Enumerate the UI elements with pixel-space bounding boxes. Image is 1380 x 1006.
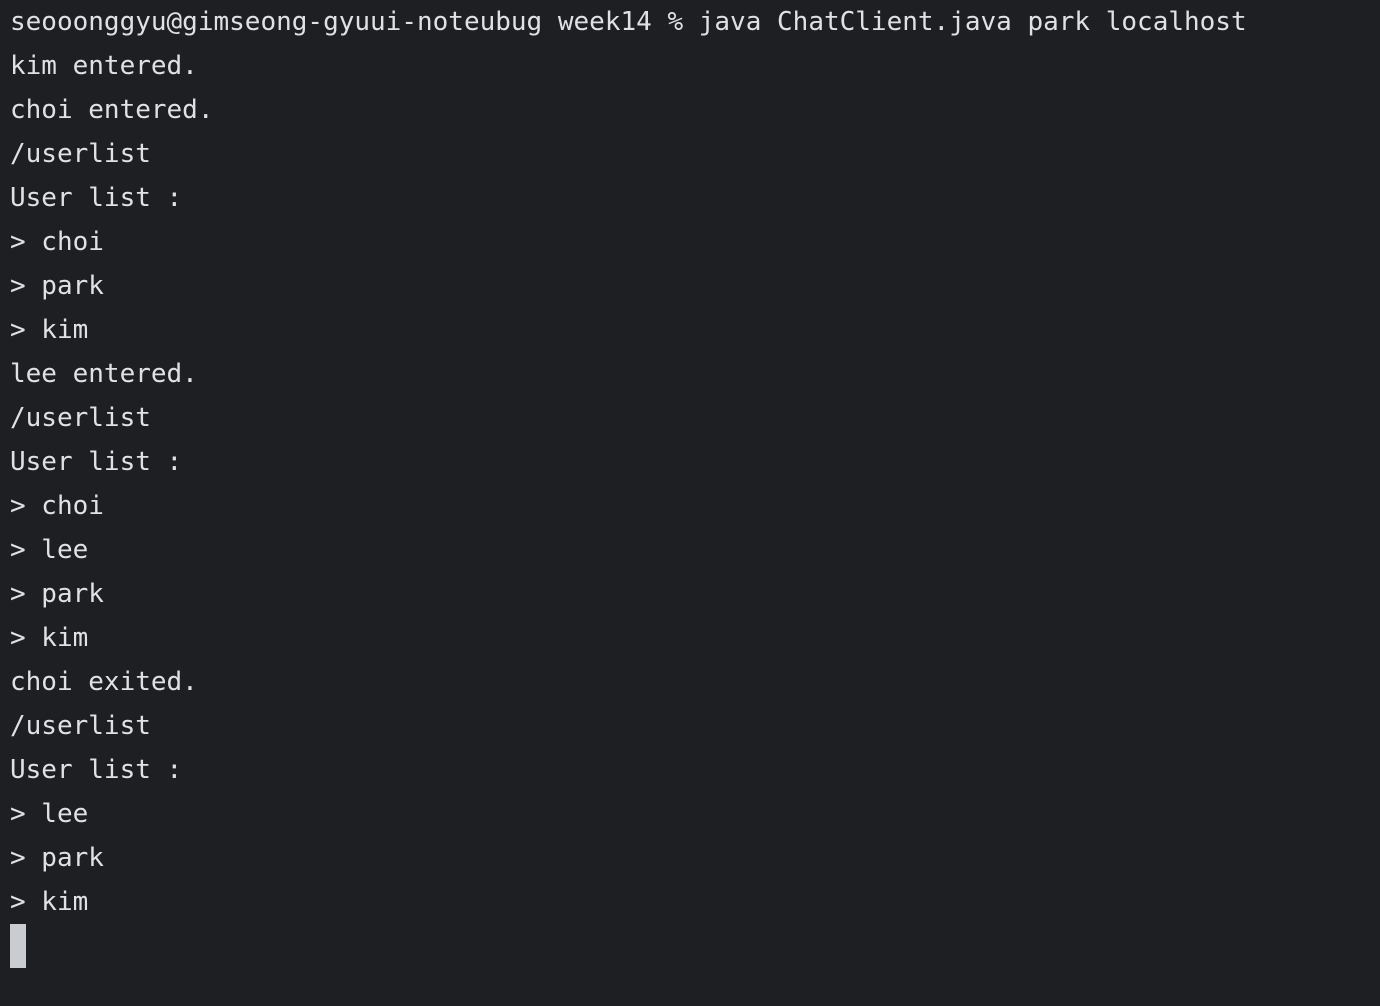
- command-line: seooonggyu@gimseong-gyuui-noteubug week1…: [10, 7, 1247, 37]
- output-line: > choi: [10, 227, 104, 257]
- output-line: User list :: [10, 183, 183, 213]
- output-line: > park: [10, 271, 104, 301]
- output-line: kim entered.: [10, 51, 198, 81]
- output-line: > park: [10, 579, 104, 609]
- output-line: > lee: [10, 535, 89, 565]
- output-line: > choi: [10, 491, 104, 521]
- output-line: /userlist: [10, 403, 151, 433]
- output-line: > lee: [10, 799, 89, 829]
- output-line: choi entered.: [10, 95, 214, 125]
- terminal-window[interactable]: seooonggyu@gimseong-gyuui-noteubug week1…: [0, 0, 1380, 1006]
- output-line: /userlist: [10, 711, 151, 741]
- output-line: lee entered.: [10, 359, 198, 389]
- output-line: > kim: [10, 315, 89, 345]
- output-line: User list :: [10, 755, 183, 785]
- output-line: /userlist: [10, 139, 151, 169]
- output-line: > kim: [10, 887, 89, 917]
- output-line: > park: [10, 843, 104, 873]
- output-line: User list :: [10, 447, 183, 477]
- output-line: choi exited.: [10, 667, 198, 697]
- output-line: > kim: [10, 623, 89, 653]
- terminal-cursor[interactable]: [10, 924, 26, 968]
